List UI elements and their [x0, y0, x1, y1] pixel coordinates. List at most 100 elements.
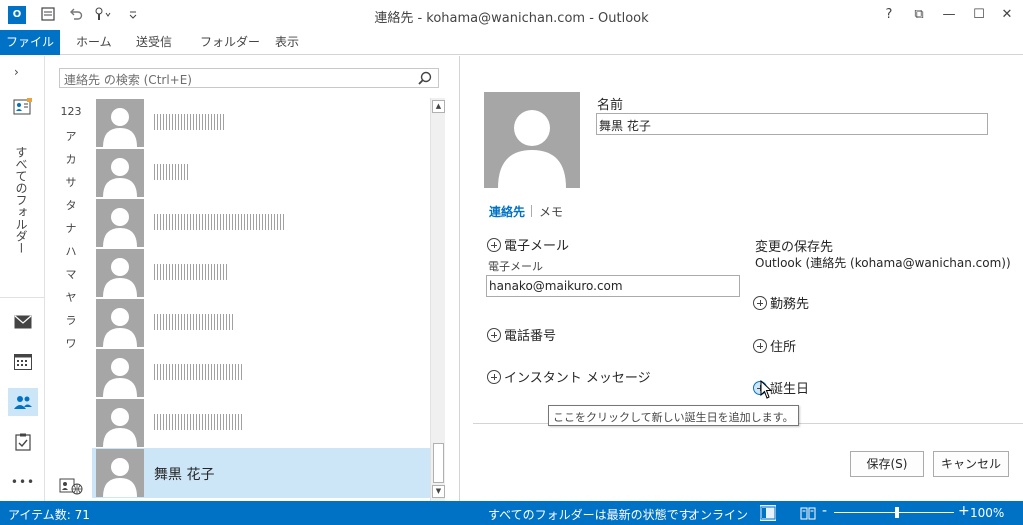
contact-list-item[interactable] — [92, 398, 430, 448]
redacted-contact-name — [154, 214, 284, 230]
email-field[interactable]: hanako@maikuro.com — [486, 275, 740, 297]
search-placeholder: 連絡先 の検索 (Ctrl+E) — [64, 73, 192, 87]
contact-photo[interactable] — [484, 92, 580, 188]
tasks-icon[interactable] — [8, 428, 38, 456]
im-section-label: インスタント メッセージ — [504, 371, 651, 386]
alpha-index-item[interactable]: ラ — [59, 312, 83, 328]
navigation-strip: › すべてのフォルダー ••• — [0, 56, 45, 501]
customize-qat-icon[interactable] — [128, 6, 138, 24]
status-bar: アイテム数: 71 すべてのフォルダーは最新の状態です。 オンライン - + 1… — [0, 501, 1023, 525]
tab-home[interactable]: ホーム — [66, 30, 122, 55]
scroll-down-arrow[interactable]: ▼ — [432, 485, 445, 498]
contact-list-item[interactable] — [92, 298, 430, 348]
contact-name: 舞黒 花子 — [154, 467, 215, 483]
connection-status[interactable]: オンライン — [688, 506, 748, 523]
save-button[interactable]: 保存(S) — [850, 451, 924, 477]
alpha-index-item[interactable]: マ — [59, 266, 83, 282]
touch-mode-icon[interactable] — [92, 6, 112, 24]
calendar-icon[interactable] — [8, 348, 38, 376]
add-phone-icon[interactable] — [487, 327, 501, 342]
alpha-index-item[interactable]: 123 — [59, 105, 83, 118]
cancel-button[interactable]: キャンセル — [933, 451, 1009, 477]
tab-memo[interactable]: メモ — [539, 203, 563, 220]
contact-avatar — [96, 449, 144, 497]
alpha-index-item[interactable]: ヤ — [59, 289, 83, 305]
tab-send-receive[interactable]: 送受信 — [126, 30, 182, 55]
all-folders-label[interactable]: すべてのフォルダー — [10, 146, 30, 286]
redacted-contact-name — [154, 164, 190, 180]
zoom-in-button[interactable]: + — [958, 503, 970, 519]
zoom-out-button[interactable]: - — [822, 503, 827, 519]
close-button[interactable]: ✕ — [994, 4, 1020, 26]
scroll-thumb[interactable] — [433, 443, 444, 483]
contact-list-scrollbar[interactable]: ▲ ▼ — [430, 98, 445, 501]
contact-list-item[interactable] — [92, 198, 430, 248]
add-work-icon[interactable] — [753, 295, 767, 310]
nav-separator — [0, 297, 45, 298]
phone-section-label: 電話番号 — [504, 329, 557, 344]
save-to-value[interactable]: Outlook (連絡先 (kohama@wanichan.com)) — [755, 254, 1011, 271]
add-address-icon[interactable] — [753, 338, 767, 353]
work-section-button[interactable]: 勤務先 — [753, 293, 809, 312]
contact-avatar — [96, 349, 144, 397]
help-button[interactable]: ? — [876, 4, 902, 26]
window-title: 連絡先 - kohama@wanichan.com - Outlook — [374, 11, 649, 26]
contact-list-item[interactable] — [92, 348, 430, 398]
people-hub-icon[interactable] — [59, 476, 83, 496]
people-icon[interactable] — [8, 388, 38, 416]
tab-file[interactable]: ファイル — [0, 30, 60, 55]
address-section-button[interactable]: 住所 — [753, 336, 796, 355]
tab-folder[interactable]: フォルダー — [190, 30, 270, 55]
expand-folder-pane-button[interactable]: › — [14, 65, 19, 79]
redacted-contact-name — [154, 264, 228, 280]
tab-contact[interactable]: 連絡先 — [489, 203, 525, 220]
contact-list-item[interactable] — [92, 98, 430, 148]
sync-status: すべてのフォルダーは最新の状態です。 — [488, 508, 702, 522]
zoom-slider-thumb[interactable] — [895, 507, 899, 518]
contact-avatar — [96, 99, 144, 147]
alpha-index-item[interactable]: ハ — [59, 243, 83, 259]
ribbon-display-options-button[interactable]: ⧉ — [906, 4, 932, 26]
save-to-label: 変更の保存先 — [755, 240, 834, 255]
birthday-tooltip: ここをクリックして新しい誕生日を追加します。 — [548, 405, 799, 426]
alpha-index-item[interactable]: カ — [59, 151, 83, 167]
outlook-app-icon[interactable]: O — [8, 6, 26, 24]
alpha-index-item[interactable]: ア — [59, 128, 83, 144]
normal-view-icon[interactable] — [760, 505, 776, 521]
name-field[interactable]: 舞黒 花子 — [596, 113, 988, 135]
contact-list-item[interactable] — [92, 248, 430, 298]
contact-list-item[interactable]: 舞黒 花子 — [92, 448, 430, 498]
alpha-index-item[interactable]: タ — [59, 197, 83, 213]
alpha-index-item[interactable]: サ — [59, 174, 83, 190]
ribbon-tabs: ファイル ホーム 送受信 フォルダー 表示 — [0, 30, 1023, 55]
contact-avatar — [96, 399, 144, 447]
add-email-icon[interactable] — [487, 237, 501, 252]
send-receive-icon[interactable] — [40, 6, 56, 24]
tab-view[interactable]: 表示 — [265, 30, 309, 55]
phone-section-button[interactable]: 電話番号 — [487, 325, 556, 344]
redacted-contact-name — [154, 314, 234, 330]
tab-divider — [531, 205, 532, 217]
zoom-slider[interactable] — [834, 512, 954, 513]
maximize-button[interactable]: ☐ — [966, 4, 992, 26]
item-count: アイテム数: 71 — [8, 508, 90, 522]
contact-card-icon[interactable] — [13, 98, 33, 116]
minimize-button[interactable]: — — [936, 4, 962, 26]
scroll-up-arrow[interactable]: ▲ — [432, 100, 445, 113]
alpha-index-item[interactable]: ナ — [59, 220, 83, 236]
reading-view-icon[interactable] — [800, 505, 816, 521]
title-bar: O 連絡先 - kohama@wanichan.com - Outlook ? … — [0, 0, 1023, 30]
search-input[interactable]: 連絡先 の検索 (Ctrl+E) — [59, 68, 439, 88]
add-im-icon[interactable] — [487, 369, 501, 384]
more-apps-button[interactable]: ••• — [8, 468, 38, 496]
contact-list-pane: 連絡先 の検索 (Ctrl+E) 123 アカサタナハマヤラワ 舞黒 花子 ▲ ▼ — [45, 56, 460, 501]
im-section-button[interactable]: インスタント メッセージ — [487, 367, 651, 386]
zoom-level[interactable]: 100% — [970, 506, 1004, 520]
search-icon[interactable] — [418, 71, 432, 85]
email-section-button[interactable]: 電子メール — [487, 235, 569, 254]
contact-list-item[interactable] — [92, 148, 430, 198]
mail-icon[interactable] — [8, 308, 38, 336]
undo-icon[interactable] — [68, 6, 84, 24]
birthday-section-label: 誕生日 — [770, 382, 810, 397]
alpha-index-item[interactable]: ワ — [59, 335, 83, 351]
